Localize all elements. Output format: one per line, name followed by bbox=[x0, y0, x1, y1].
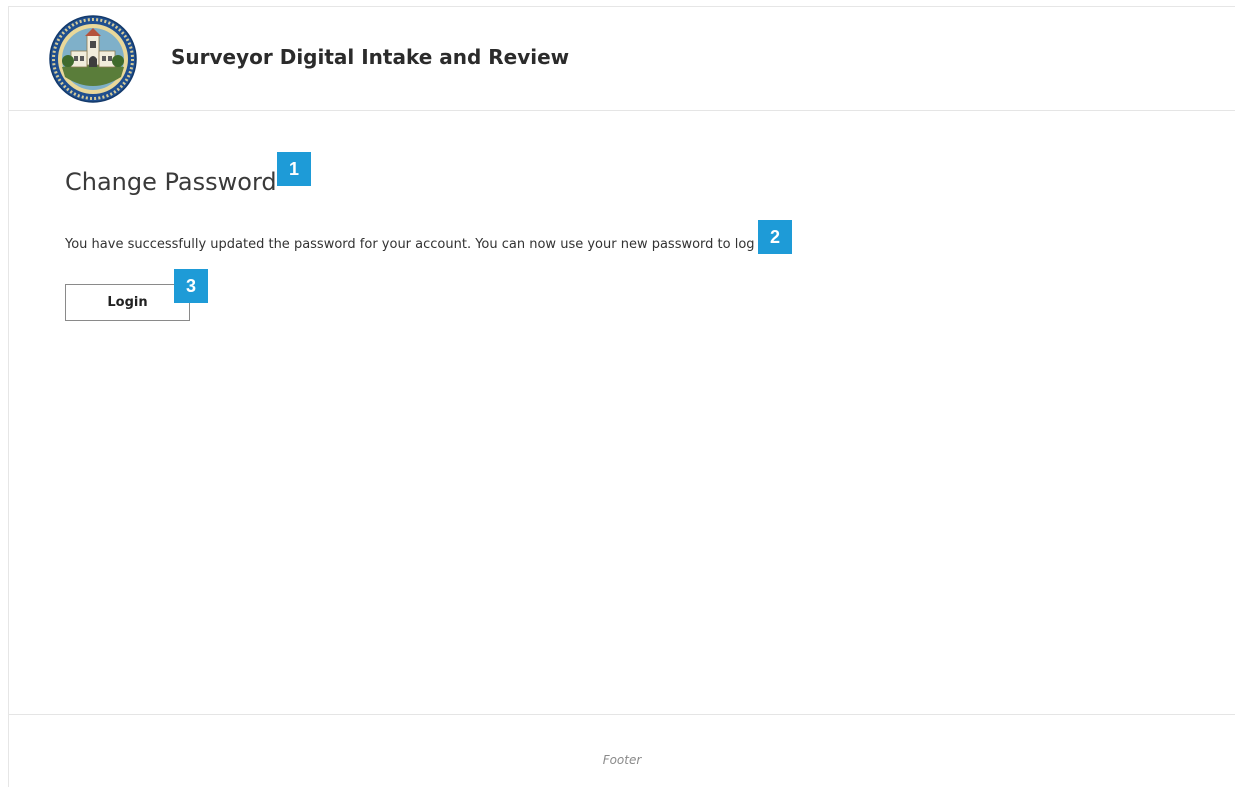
annotation-marker-3: 3 bbox=[174, 269, 208, 303]
annotation-marker-2: 2 bbox=[758, 220, 792, 254]
page-title: Change Password bbox=[65, 168, 277, 196]
page-frame: Surveyor Digital Intake and Review Chang… bbox=[8, 6, 1235, 787]
county-seal-logo[interactable] bbox=[49, 15, 137, 103]
footer-text: Footer bbox=[602, 753, 642, 767]
site-header: Surveyor Digital Intake and Review bbox=[9, 7, 1235, 111]
app-title: Surveyor Digital Intake and Review bbox=[171, 45, 570, 69]
login-button[interactable]: Login bbox=[65, 284, 190, 321]
success-message: You have successfully updated the passwo… bbox=[65, 237, 755, 252]
site-footer: Footer bbox=[9, 714, 1235, 788]
annotation-marker-1: 1 bbox=[277, 152, 311, 186]
